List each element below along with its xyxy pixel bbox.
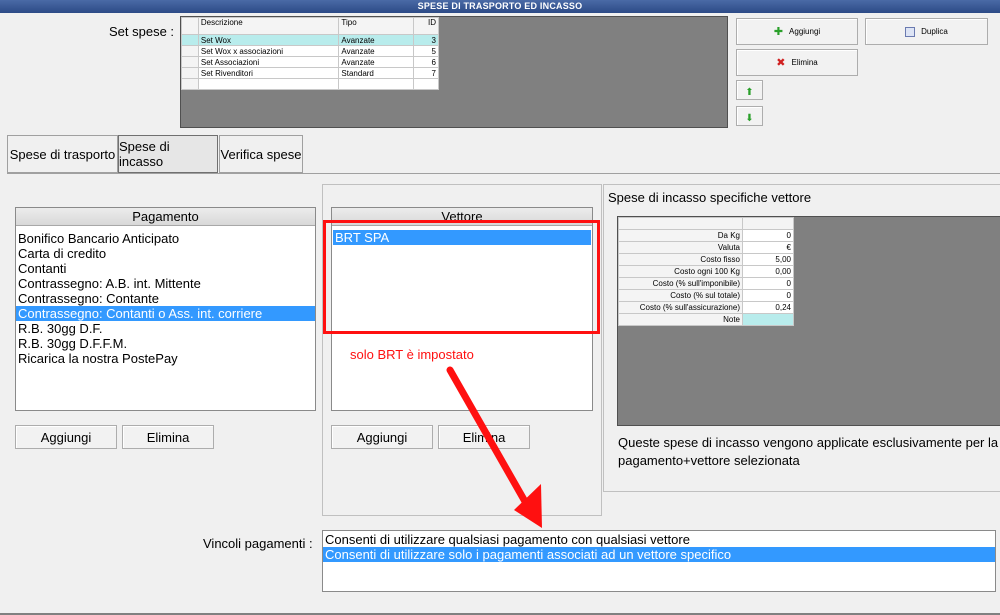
spese-vettore-title: Spese di incasso specifiche vettore — [608, 190, 812, 205]
list-item[interactable]: Contrassegno: Contante — [16, 291, 315, 306]
table-row[interactable]: Costo (% sull'assicurazione) 0,24 — [618, 301, 794, 314]
table-row[interactable]: Costo fisso 5,00 — [618, 253, 794, 266]
table-row[interactable]: Set Rivenditori Standard 7 — [181, 67, 439, 79]
table-row[interactable]: Set Wox Avanzate 3 — [181, 34, 439, 46]
table-row[interactable]: Costo ogni 100 Kg 0,00 — [618, 265, 794, 278]
set-elimina-button[interactable]: Elimina — [736, 49, 858, 76]
pagamento-aggiungi-button[interactable]: Aggiungi — [15, 425, 117, 449]
list-item[interactable]: R.B. 30gg D.F. — [16, 321, 315, 336]
window-title: SPESE DI TRASPORTO ED INCASSO — [0, 0, 1000, 13]
tab-verifica-spese[interactable]: Verifica spese — [219, 135, 303, 173]
table-row[interactable]: Set Associazioni Avanzate 6 — [181, 56, 439, 68]
move-down-button[interactable] — [736, 106, 763, 126]
vincoli-list[interactable]: Consenti di utilizzare qualsiasi pagamen… — [322, 530, 996, 592]
arrow-down-icon — [745, 109, 753, 124]
set-aggiungi-button[interactable]: Aggiungi — [736, 18, 858, 45]
plus-icon — [774, 25, 783, 38]
annotation-highlight-box — [323, 220, 600, 334]
vincoli-label: Vincoli pagamenti : — [203, 536, 313, 551]
vettore-aggiungi-button[interactable]: Aggiungi — [331, 425, 433, 449]
set-spese-label: Set spese : — [109, 24, 175, 39]
duplica-button[interactable]: Duplica — [865, 18, 988, 45]
table-row[interactable]: Set Wox x associazioni Avanzate 5 — [181, 45, 439, 57]
col-id[interactable]: ID — [413, 17, 439, 35]
spese-vettore-grid[interactable]: Da Kg 0 Valuta € Costo fisso 5,00 Costo ogn… — [617, 216, 1000, 426]
tab-spese-incasso[interactable]: Spese di incasso — [118, 135, 218, 173]
pagamento-list[interactable]: Pagamento Bonifico Bancario Anticipato C… — [15, 207, 316, 411]
spese-vettore-info: Queste spese di incasso vengono applicat… — [618, 435, 1000, 468]
list-item[interactable]: Contrassegno: Contanti o Ass. int. corri… — [16, 306, 315, 321]
table-row[interactable]: Costo (% sull'imponibile) 0 — [618, 277, 794, 290]
list-item[interactable]: Ricarica la nostra PostePay — [16, 351, 315, 366]
col-descrizione[interactable]: Descrizione — [197, 17, 340, 35]
list-item[interactable]: Contanti — [16, 261, 315, 276]
move-up-button[interactable] — [736, 80, 763, 100]
arrow-up-icon — [745, 83, 753, 98]
table-row[interactable]: Costo (% sul totale) 0 — [618, 289, 794, 302]
table-row[interactable]: Da Kg 0 — [618, 229, 794, 242]
set-spese-grid[interactable]: Descrizione Tipo ID Set Wox Avanzate 3 S… — [180, 16, 728, 128]
list-item[interactable]: Contrassegno: A.B. int. Mittente — [16, 276, 315, 291]
pagamento-elimina-button[interactable]: Elimina — [122, 425, 214, 449]
copy-icon — [905, 26, 916, 37]
tab-divider — [7, 173, 1000, 174]
list-item[interactable]: Consenti di utilizzare solo i pagamenti … — [323, 547, 995, 562]
table-row[interactable]: Note — [618, 313, 794, 326]
list-item[interactable]: Carta di credito — [16, 246, 315, 261]
list-item[interactable]: Bonifico Bancario Anticipato — [16, 231, 315, 246]
table-row[interactable] — [181, 78, 439, 90]
delete-icon — [776, 56, 785, 69]
annotation-arrow — [446, 366, 542, 528]
table-row[interactable]: Valuta € — [618, 241, 794, 254]
tab-spese-trasporto[interactable]: Spese di trasporto — [7, 135, 118, 173]
pagamento-header: Pagamento — [16, 208, 315, 226]
col-tipo[interactable]: Tipo — [338, 17, 415, 35]
list-item[interactable]: Consenti di utilizzare qualsiasi pagamen… — [323, 532, 995, 547]
list-item[interactable]: R.B. 30gg D.F.F.M. — [16, 336, 315, 351]
